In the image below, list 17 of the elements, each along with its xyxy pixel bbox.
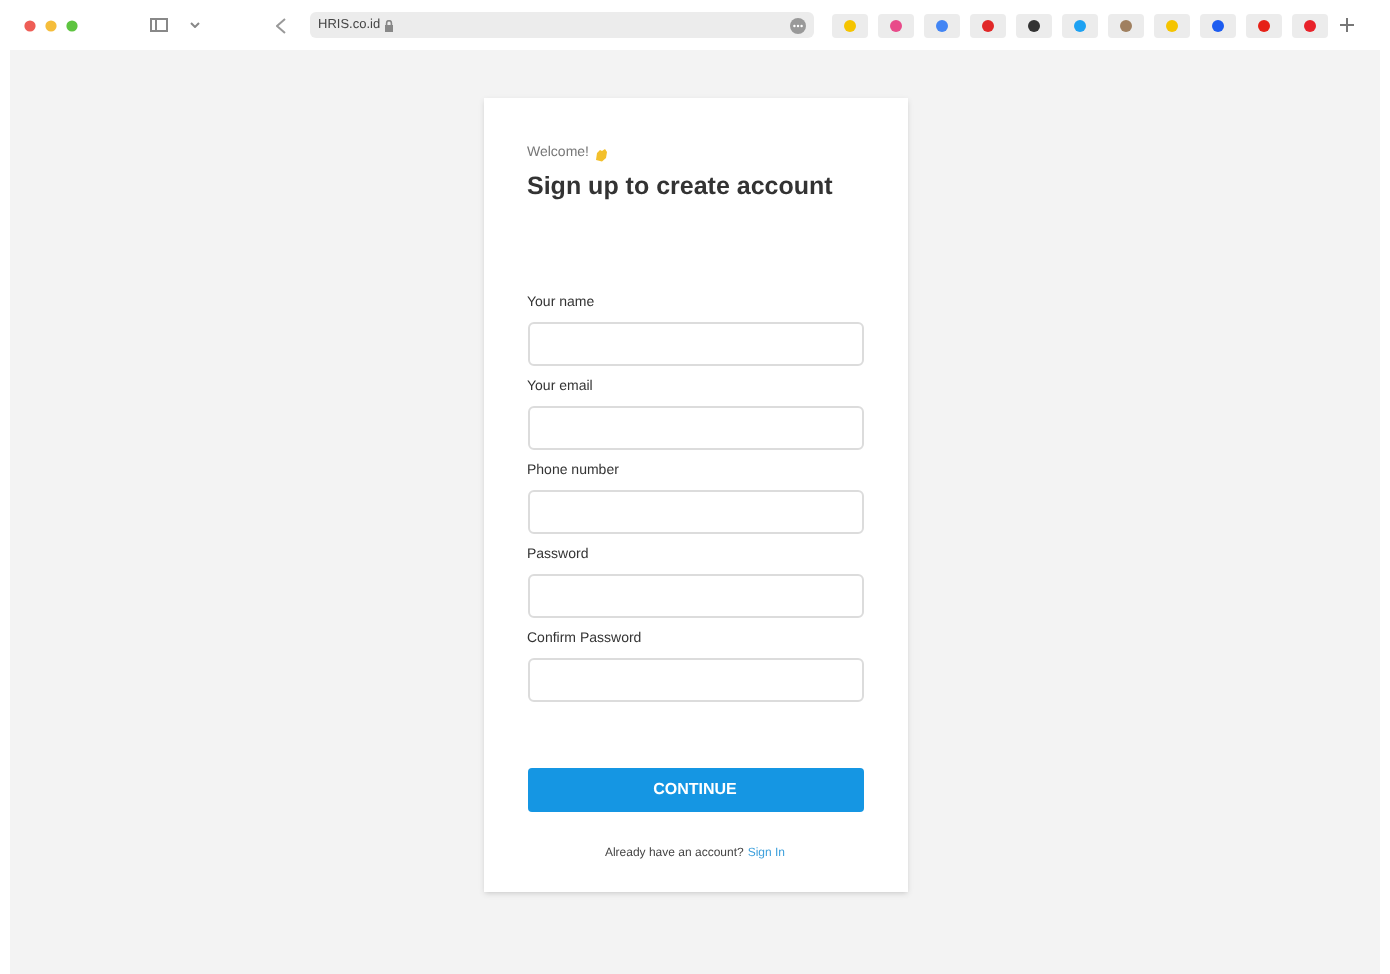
back-icon[interactable] <box>276 17 286 33</box>
chevron-down-icon[interactable] <box>190 22 200 28</box>
form-title: Sign up to create account <box>527 169 835 201</box>
lock-icon <box>384 19 395 31</box>
input-field[interactable] <box>527 573 863 617</box>
plus-icon[interactable] <box>1340 18 1354 32</box>
input-field[interactable] <box>527 657 863 701</box>
sidebar-icon[interactable] <box>150 18 168 32</box>
more-icon[interactable] <box>790 17 806 33</box>
input-field[interactable] <box>527 321 863 365</box>
continue-button[interactable]: CONTINUE <box>527 767 863 811</box>
input-field[interactable] <box>527 405 863 449</box>
input-field[interactable] <box>527 489 863 533</box>
waving-hand-icon <box>593 147 607 162</box>
traffic-lights-icon[interactable] <box>24 19 78 31</box>
bookmark-icon[interactable] <box>1016 13 1052 37</box>
bookmark-icon[interactable] <box>1200 13 1236 37</box>
